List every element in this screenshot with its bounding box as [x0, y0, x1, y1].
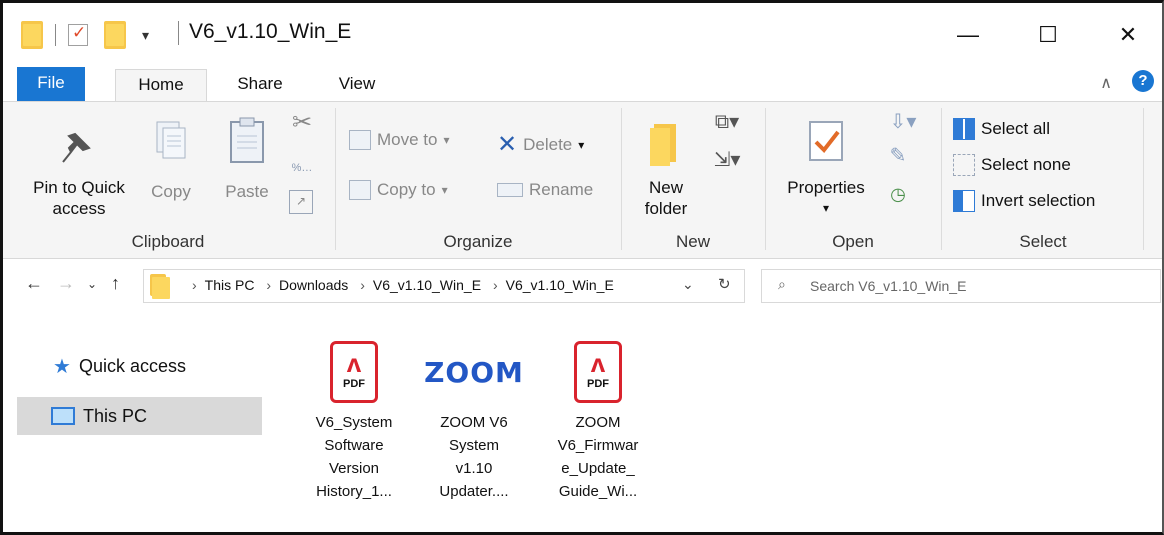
title-bar: ▾ V6_v1.10_Win_E — ☐ ✕: [3, 3, 1162, 65]
delete-x-icon: ✕: [497, 131, 518, 158]
move-to-icon: [349, 130, 371, 150]
open-group-label: Open: [832, 232, 874, 251]
pin-to-quick-access-button[interactable]: Pin to Quick access: [17, 122, 141, 219]
help-icon[interactable]: ?: [1132, 70, 1154, 92]
select-all-button[interactable]: Select all: [953, 118, 1050, 140]
move-to-button[interactable]: Move to ▾: [349, 130, 450, 150]
select-all-icon: [953, 118, 975, 140]
new-folder-icon: [650, 124, 676, 166]
customize-toolbar-dropdown[interactable]: ▾: [142, 27, 149, 44]
properties-quick-icon[interactable]: [68, 23, 88, 46]
zoom-app-icon: ZOOM: [424, 355, 524, 389]
search-placeholder: Search V6_v1.10_Win_E: [810, 278, 967, 294]
copy-icon: [156, 121, 186, 159]
select-none-button[interactable]: Select none: [953, 154, 1071, 176]
new-item-icon[interactable]: ⧉▾: [707, 112, 747, 133]
copy-to-button[interactable]: Copy to ▾: [349, 180, 448, 200]
ribbon: Pin to Quick access Copy Paste ✂ %… ↗ Cl…: [3, 101, 1162, 259]
navigation-bar: ← → ⌄ ↑ › This PC › Downloads › V6_v1.10_Wi…: [3, 261, 1162, 311]
close-button[interactable]: ✕: [1098, 17, 1158, 53]
clipboard-group-label: Clipboard: [131, 232, 205, 251]
select-none-icon: [953, 154, 975, 176]
breadcrumb: › This PC › Downloads › V6_v1.10_Win_E › V6_…: [192, 277, 614, 293]
open-group: Properties ▾ ⇩▾ ✎ ◷ Open: [767, 102, 939, 258]
new-group: New folder ⧉▾ ⇲▾ New: [623, 102, 763, 258]
history-icon[interactable]: ◷: [883, 184, 913, 205]
new-group-label: New: [675, 232, 710, 251]
file-item[interactable]: ᴧ PDF ZOOM V6_Firmwar e_Update_ Guide_Wi…: [549, 333, 647, 503]
nav-item-quick-access[interactable]: ★ Quick access: [17, 347, 262, 385]
clipboard-group: Pin to Quick access Copy Paste ✂ %… ↗ Cl…: [3, 102, 333, 258]
rename-button[interactable]: Rename: [497, 180, 593, 200]
file-explorer-window: ▾ V6_v1.10_Win_E — ☐ ✕ File Home Share V…: [0, 0, 1164, 535]
cut-icon[interactable]: ✂: [287, 111, 317, 135]
copy-button[interactable]: Copy: [141, 114, 201, 202]
new-folder-quick-icon[interactable]: [104, 21, 126, 49]
window-title: V6_v1.10_Win_E: [189, 20, 352, 43]
easy-access-icon[interactable]: ⇲▾: [707, 150, 747, 171]
delete-button[interactable]: ✕ Delete ▾: [497, 130, 584, 159]
computer-icon: [51, 407, 75, 425]
collapse-ribbon-icon[interactable]: ∧: [1100, 73, 1112, 93]
edit-icon[interactable]: ✎: [883, 146, 913, 167]
organize-group-label: Organize: [443, 232, 513, 251]
file-item[interactable]: ZOOM ZOOM V6 System v1.10 Updater....: [424, 333, 524, 503]
paste-icon: [230, 117, 264, 163]
copy-path-icon[interactable]: %…: [287, 158, 317, 179]
up-arrow-icon[interactable]: ↑: [111, 273, 120, 294]
search-icon: ⌕: [778, 276, 786, 292]
open-icon[interactable]: ⇩▾: [883, 112, 923, 133]
address-dropdown-icon[interactable]: ⌄: [682, 276, 694, 293]
properties-button[interactable]: Properties ▾: [773, 116, 879, 219]
minimize-button[interactable]: —: [938, 17, 998, 53]
address-folder-icon: [150, 274, 170, 299]
crumb-this-pc[interactable]: This PC: [205, 277, 255, 293]
forward-arrow-icon[interactable]: →: [57, 273, 75, 294]
recent-locations-chevron-icon[interactable]: ⌄: [87, 277, 97, 291]
back-arrow-icon[interactable]: ←: [25, 273, 43, 294]
ribbon-tabs: File Home Share View ∧ ?: [3, 65, 1162, 105]
crumb-downloads[interactable]: Downloads: [279, 277, 348, 293]
tab-share[interactable]: Share: [225, 69, 295, 99]
quick-access-toolbar: ▾: [21, 21, 149, 49]
tab-view[interactable]: View: [325, 69, 389, 99]
copy-to-icon: [349, 180, 371, 200]
invert-selection-button[interactable]: Invert selection: [953, 190, 1095, 212]
organize-group: Move to ▾ Copy to ▾ ✕ Delete ▾ Rename Organ…: [337, 102, 619, 258]
select-group: Select all Select none Invert selection …: [943, 102, 1143, 258]
new-folder-button[interactable]: New folder: [631, 118, 701, 219]
paste-button[interactable]: Paste: [215, 114, 279, 202]
tab-home[interactable]: Home: [115, 69, 207, 105]
invert-selection-icon: [953, 190, 975, 212]
navigation-pane: ★ Quick access This PC: [3, 311, 288, 532]
crumb-folder-1[interactable]: V6_v1.10_Win_E: [373, 277, 481, 293]
refresh-icon[interactable]: ↻: [718, 275, 731, 293]
properties-icon: [809, 121, 843, 161]
file-item[interactable]: ᴧ PDF V6_System Software Version History…: [305, 333, 403, 503]
pin-icon: [62, 132, 91, 163]
pdf-icon: ᴧ PDF: [330, 341, 378, 403]
paste-shortcut-icon[interactable]: ↗: [289, 190, 313, 214]
select-group-label: Select: [1019, 232, 1067, 251]
crumb-folder-2[interactable]: V6_v1.10_Win_E: [506, 277, 614, 293]
folder-icon: [21, 21, 43, 49]
address-bar[interactable]: › This PC › Downloads › V6_v1.10_Win_E › V6_…: [143, 269, 745, 303]
pdf-icon: ᴧ PDF: [574, 341, 622, 403]
nav-item-this-pc[interactable]: This PC: [17, 397, 262, 435]
tab-file[interactable]: File: [17, 67, 85, 101]
star-icon: ★: [53, 355, 71, 378]
maximize-button[interactable]: ☐: [1018, 17, 1078, 53]
search-box[interactable]: ⌕ Search V6_v1.10_Win_E: [761, 269, 1161, 303]
rename-icon: [497, 183, 523, 197]
